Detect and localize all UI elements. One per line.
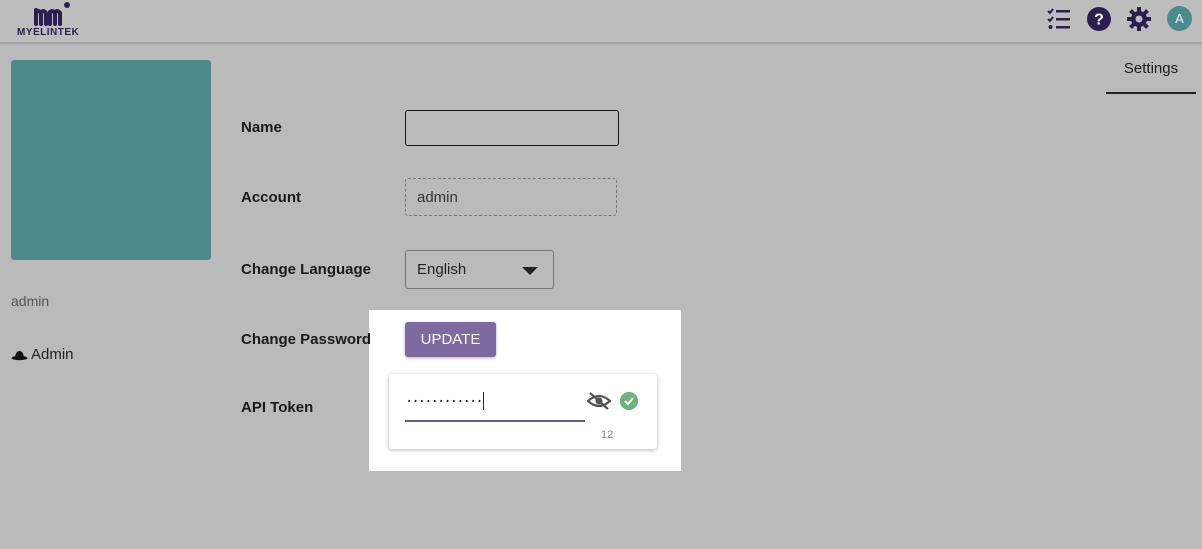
text-cursor (482, 392, 484, 411)
name-input[interactable] (405, 110, 619, 146)
check-circle-icon (620, 392, 638, 410)
profile-role: Admin (11, 346, 74, 363)
language-select[interactable]: English (405, 250, 554, 289)
checklist-icon[interactable] (1046, 6, 1072, 32)
logo-text: MYELINTEK (17, 27, 80, 38)
update-password-button[interactable]: UPDATE (405, 322, 496, 357)
api-token-label: API Token (241, 399, 314, 416)
token-char-counter: 12 (601, 429, 614, 441)
eye-off-icon[interactable] (587, 391, 611, 411)
top-bar: MYELINTEK ? A (0, 0, 1202, 43)
tab-settings[interactable]: Settings (1106, 52, 1196, 94)
language-label: Change Language (241, 261, 372, 278)
api-token-input[interactable]: ············ (405, 392, 585, 422)
hat-icon (11, 350, 28, 360)
profile-image (11, 60, 211, 260)
api-token-card: ············ 12 (389, 374, 657, 449)
account-field: admin (405, 178, 617, 216)
help-icon[interactable]: ? (1086, 6, 1112, 32)
language-select-value: English (417, 261, 467, 278)
user-avatar[interactable]: A (1167, 6, 1192, 31)
account-label: Account (241, 189, 301, 206)
api-token-value: ············ (405, 394, 484, 410)
gear-icon[interactable] (1126, 6, 1152, 32)
svg-text:?: ? (1094, 12, 1104, 29)
profile-role-label: Admin (31, 346, 74, 363)
profile-name: admin (11, 293, 50, 309)
password-label: Change Password (241, 331, 372, 348)
name-label: Name (241, 119, 282, 136)
chevron-down-icon (522, 267, 538, 275)
